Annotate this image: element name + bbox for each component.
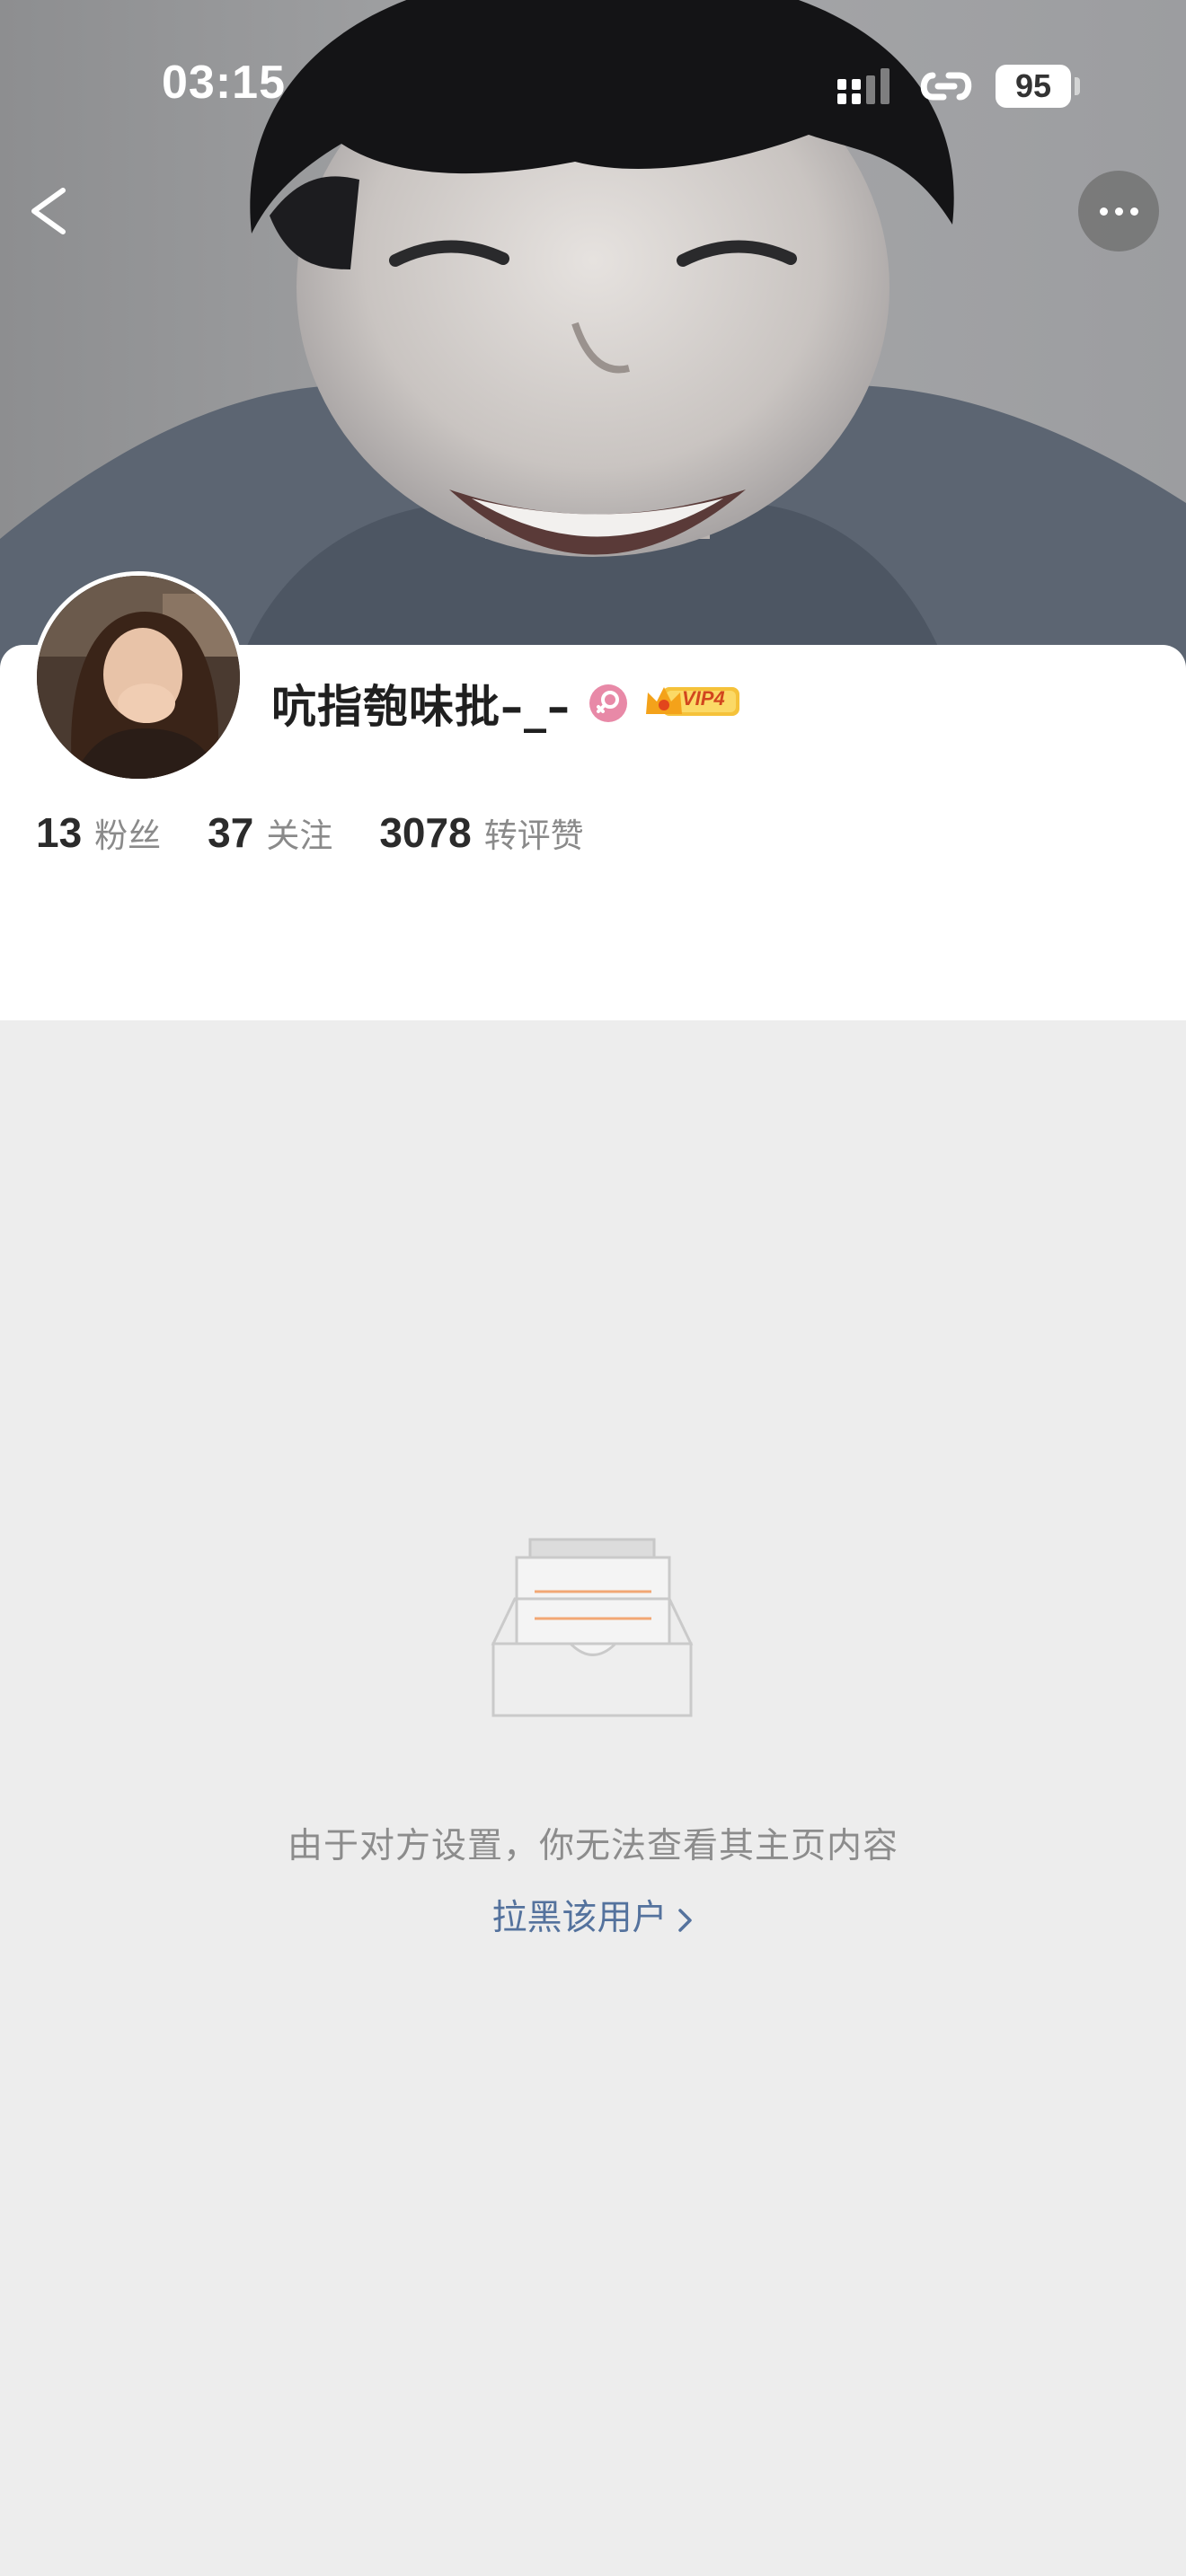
more-button[interactable] <box>1078 171 1159 251</box>
stats-row: 13 粉丝 37 关注 3078 转评赞 <box>36 808 631 857</box>
stat-interactions-count: 3078 <box>379 809 472 856</box>
avatar[interactable] <box>32 571 244 783</box>
empty-inbox-icon <box>491 1538 694 1717</box>
chevron-left-icon <box>31 188 66 234</box>
more-dots-icon <box>1100 207 1108 216</box>
more-dots-icon <box>1130 207 1138 216</box>
stat-followers[interactable]: 13 粉丝 <box>36 808 161 857</box>
stat-following[interactable]: 37 关注 <box>208 808 332 857</box>
stat-followers-count: 13 <box>36 809 83 856</box>
battery-nub <box>1075 77 1080 95</box>
status-bar: 03:15 95 <box>0 0 1186 171</box>
more-dots-icon <box>1115 207 1123 216</box>
stat-following-count: 37 <box>208 809 254 856</box>
vip-label: VIP4 <box>682 687 725 710</box>
stat-followers-label: 粉丝 <box>94 816 162 855</box>
stat-interactions[interactable]: 3078 转评赞 <box>379 808 583 857</box>
block-user-label: 拉黑该用户 <box>491 1898 668 1938</box>
username: 吭指匏味批–_– <box>271 681 571 733</box>
vip-badge[interactable]: VIP4 <box>642 682 743 725</box>
avatar-photo <box>37 576 240 779</box>
back-button[interactable] <box>18 171 81 251</box>
empty-message: 由于对方设置，你无法查看其主页内容 <box>287 1826 898 1866</box>
block-user-link[interactable]: 拉黑该用户 <box>0 1890 1186 1940</box>
signal-icon <box>837 68 890 104</box>
link-icon <box>920 72 972 101</box>
profile-screen: 03:15 95 吭指匏味批–_– VIP4 13 粉丝 37 关注 3078 … <box>0 0 1186 2576</box>
stat-interactions-label: 转评赞 <box>483 816 584 855</box>
chevron-right-icon <box>677 1908 692 1932</box>
battery-icon: 95 <box>996 65 1071 108</box>
username-row: 吭指匏味批–_– VIP4 <box>271 672 743 735</box>
status-time: 03:15 <box>162 57 286 109</box>
female-gender-icon <box>589 684 627 722</box>
stat-following-label: 关注 <box>266 816 333 855</box>
